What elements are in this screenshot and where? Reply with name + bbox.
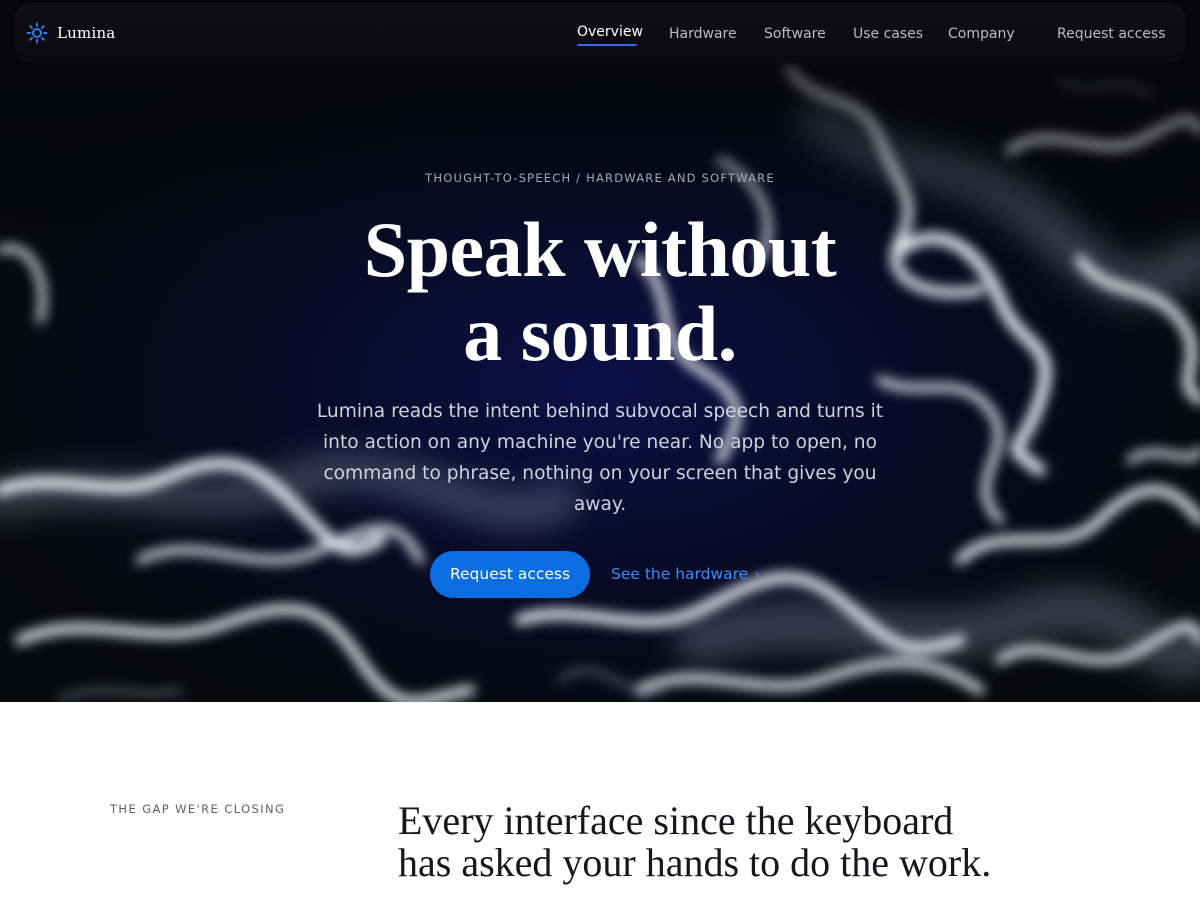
hero-headline-line2: a sound.	[463, 290, 737, 377]
see-hardware-label: See the hardware	[611, 565, 749, 583]
brand-logo[interactable]: Lumina	[26, 21, 115, 45]
hero-headline-line1: Speak without	[363, 206, 837, 293]
request-access-button[interactable]: Request access	[430, 551, 590, 598]
nav-link-overview[interactable]: Overview	[577, 22, 643, 42]
hero-section: Lumina Overview Hardware Software Use ca…	[0, 0, 1200, 702]
chevron-right-icon: ›	[754, 567, 760, 583]
hero-description: Lumina reads the intent behind subvocal …	[316, 401, 884, 515]
sun-icon	[26, 22, 48, 44]
nav-link-use-cases[interactable]: Use cases	[853, 24, 923, 44]
nav-link-software[interactable]: Software	[764, 24, 826, 44]
nav-request-access-link[interactable]: Request access	[1057, 24, 1166, 44]
top-nav: Lumina Overview Hardware Software Use ca…	[14, 3, 1186, 63]
see-hardware-link[interactable]: See the hardware ›	[611, 563, 760, 585]
section-title-line1: Every interface since the keyboard	[398, 798, 954, 843]
hero-eyebrow: THOUGHT-TO-SPEECH / HARDWARE AND SOFTWAR…	[425, 171, 775, 185]
nav-link-company[interactable]: Company	[948, 24, 1015, 44]
section-title: Every interface since the keyboard has a…	[398, 800, 1038, 884]
section-eyebrow: THE GAP WE'RE CLOSING	[110, 802, 286, 816]
section-title-line2: has asked your hands to do the work.	[398, 840, 992, 885]
brand-name: Lumina	[57, 24, 116, 42]
active-nav-indicator	[577, 44, 637, 46]
hero-headline: Speak without a sound.	[300, 208, 900, 376]
nav-link-hardware[interactable]: Hardware	[669, 24, 737, 44]
